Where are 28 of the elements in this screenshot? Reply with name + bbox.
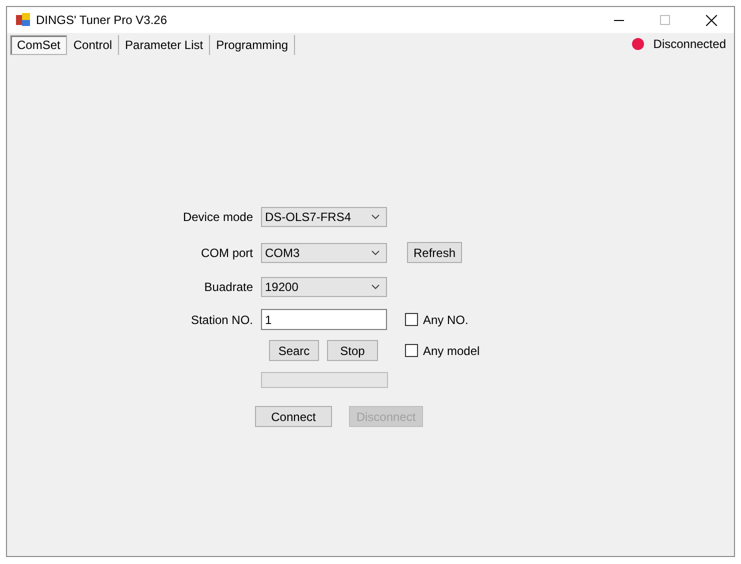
checkbox[interactable] — [405, 344, 418, 357]
status-label: Disconnected — [653, 36, 726, 53]
maximize-icon — [660, 15, 670, 25]
baudrate-dropdown[interactable]: 19200 — [261, 277, 387, 297]
chevron-icon — [371, 250, 380, 256]
search-button[interactable]: Searc — [269, 340, 319, 361]
connect-button[interactable]: Connect — [255, 406, 332, 427]
station-input[interactable]: 1 — [261, 309, 387, 330]
close-icon — [706, 14, 716, 26]
app-icon — [16, 13, 30, 27]
checkbox[interactable] — [405, 313, 418, 326]
checkbox-label: Any model — [423, 342, 480, 360]
field-label: Station NO. — [190, 312, 253, 328]
chevron-icon — [371, 284, 380, 290]
tab[interactable]: Control — [67, 35, 120, 55]
window-title: DINGS' Tuner Pro V3.26 — [36, 12, 168, 29]
tab[interactable]: Programming — [210, 35, 296, 55]
stop-button[interactable]: Stop — [327, 340, 378, 361]
com-port-dropdown[interactable]: COM3 — [261, 242, 387, 262]
device-mode-dropdown[interactable]: DS-OLS7-FRS4 — [261, 207, 387, 227]
field-label: Device mode — [182, 209, 253, 226]
chevron-icon — [371, 214, 380, 220]
tab[interactable]: ComSet — [10, 35, 68, 55]
field-label: Buadrate — [203, 279, 253, 296]
checkbox-label: Any NO. — [423, 312, 468, 328]
field-label: COM port — [200, 244, 253, 262]
refresh-button[interactable]: Refresh — [407, 242, 462, 263]
tab[interactable]: Parameter List — [119, 35, 210, 55]
